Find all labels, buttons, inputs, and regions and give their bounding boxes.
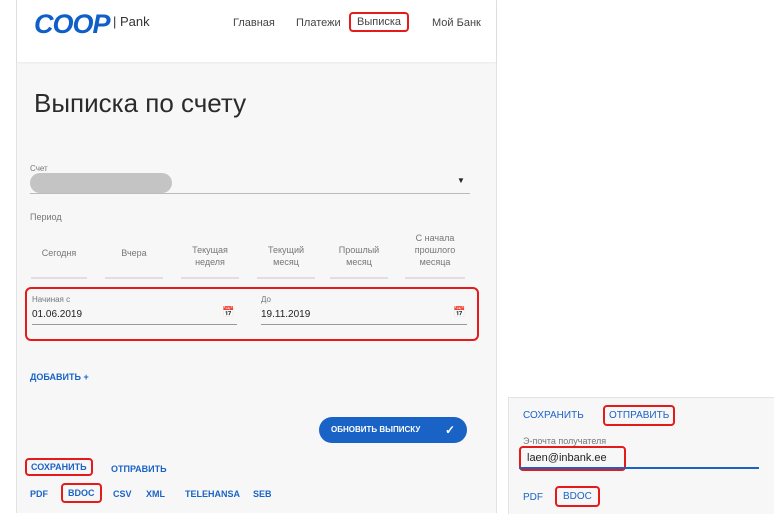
period-underline: [105, 277, 163, 279]
period-underline: [181, 277, 239, 279]
save-tab[interactable]: СОХРАНИТЬ: [25, 458, 93, 476]
side-format-pdf[interactable]: PDF: [523, 492, 543, 503]
page-title: Выписка по счету: [34, 88, 247, 118]
side-save-tab[interactable]: СОХРАНИТЬ: [523, 410, 584, 421]
format-pdf[interactable]: PDF: [30, 489, 48, 499]
send-panel: СОХРАНИТЬ ОТПРАВИТЬ Э-почта получателя l…: [508, 397, 774, 514]
format-bdoc[interactable]: BDOC: [61, 483, 102, 503]
period-underline: [31, 277, 87, 279]
logo-suffix: | Pank: [113, 14, 150, 29]
side-send-tab[interactable]: ОТПРАВИТЬ: [603, 405, 676, 426]
send-tab[interactable]: ОТПРАВИТЬ: [111, 464, 167, 474]
from-date-underline: [32, 324, 237, 325]
period-since-last-month[interactable]: С начала прошлого месяца: [405, 232, 465, 268]
to-date-label: До: [261, 295, 271, 304]
period-today[interactable]: Сегодня: [31, 247, 87, 259]
refresh-statement-button[interactable]: ОБНОВИТЬ ВЫПИСКУ ✓: [319, 417, 467, 443]
period-current-month[interactable]: Текущий месяц: [257, 244, 315, 268]
period-underline: [257, 277, 315, 279]
nav-my-bank[interactable]: Мой Банк: [432, 17, 481, 29]
account-select-value[interactable]: [30, 173, 172, 193]
format-csv[interactable]: CSV: [113, 489, 132, 499]
add-button[interactable]: ДОБАВИТЬ +: [30, 372, 89, 382]
format-xml[interactable]: XML: [146, 489, 165, 499]
top-header: COOP | Pank Главная Платежи Выписка Мой …: [17, 0, 496, 62]
calendar-icon[interactable]: 📅: [222, 307, 234, 318]
period-underline: [330, 277, 388, 279]
coop-logo[interactable]: COOP: [34, 9, 111, 40]
format-seb[interactable]: SEB: [253, 489, 272, 499]
period-last-month[interactable]: Прошлый месяц: [330, 244, 388, 268]
period-current-week[interactable]: Текущая неделя: [181, 244, 239, 268]
to-date-underline: [261, 324, 467, 325]
from-date-label: Начиная с: [32, 295, 71, 304]
dropdown-caret-icon[interactable]: ▼: [457, 176, 465, 185]
nav-statement[interactable]: Выписка: [349, 12, 410, 32]
nav-main[interactable]: Главная: [233, 17, 275, 29]
date-range-highlight: [25, 287, 479, 341]
nav-payments[interactable]: Платежи: [296, 17, 341, 29]
email-input[interactable]: laen@inbank.ee: [527, 452, 607, 464]
email-label: Э-почта получателя: [523, 436, 607, 446]
calendar-icon[interactable]: 📅: [453, 307, 465, 318]
check-icon: ✓: [444, 423, 455, 437]
account-select-underline: [30, 193, 470, 194]
refresh-button-label: ОБНОВИТЬ ВЫПИСКУ: [331, 425, 421, 434]
to-date-input[interactable]: 19.11.2019: [261, 309, 310, 320]
period-yesterday[interactable]: Вчера: [105, 247, 163, 259]
account-label: Счет: [30, 164, 48, 173]
from-date-input[interactable]: 01.06.2019: [32, 309, 82, 320]
format-telehansa[interactable]: TELEHANSA: [185, 489, 240, 499]
period-underline: [405, 277, 465, 279]
email-underline: [519, 467, 759, 469]
period-label: Период: [30, 212, 62, 222]
statement-panel: COOP | Pank Главная Платежи Выписка Мой …: [16, 0, 497, 513]
side-format-bdoc[interactable]: BDOC: [555, 486, 600, 507]
